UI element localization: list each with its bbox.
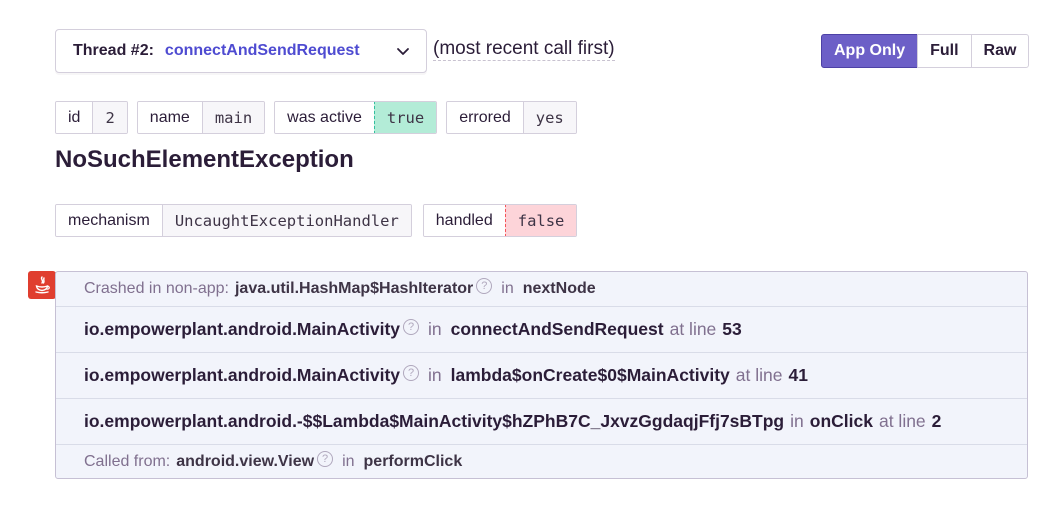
tag-handled[interactable]: handled false	[422, 204, 578, 237]
thread-selector[interactable]: Thread #2: connectAndSendRequest	[55, 29, 427, 73]
tag-was-active[interactable]: was active true	[274, 101, 438, 134]
tag-value: false	[504, 205, 577, 236]
thread-prefix: Thread #2:	[73, 42, 154, 59]
frame-line-label: at line	[669, 319, 717, 339]
tag-errored[interactable]: errored yes	[446, 101, 577, 134]
thread-name: connectAndSendRequest	[164, 42, 360, 59]
frame-in: in	[790, 411, 804, 431]
order-note[interactable]: (most recent call first)	[433, 38, 615, 61]
frame-function: lambda$onCreate$0$MainActivity	[450, 365, 730, 385]
tag-name[interactable]: name main	[136, 101, 266, 134]
frame-line-number: 41	[788, 365, 808, 385]
java-icon	[28, 271, 56, 299]
tag-key: errored	[447, 102, 524, 133]
tag-id[interactable]: id 2	[55, 101, 128, 134]
frame-function: onClick	[809, 411, 873, 431]
stack-frames: Crashed in non-app: java.util.HashMap$Ha…	[55, 271, 1028, 479]
frame-line-label: at line	[735, 365, 783, 385]
frame-line-number: 2	[931, 411, 942, 431]
tag-key: mechanism	[56, 205, 163, 236]
frame-module: io.empowerplant.android.MainActivity	[84, 365, 401, 385]
tag-key: handled	[423, 205, 505, 236]
frame-module: java.util.HashMap$HashIterator	[234, 280, 474, 297]
tag-key: id	[56, 102, 94, 133]
frame-function: connectAndSendRequest	[450, 319, 664, 339]
thread-tags: id 2 name main was active true errored y…	[55, 101, 577, 134]
frame-row[interactable]: io.empowerplant.android.MainActivity ? i…	[56, 353, 1027, 399]
frame-module: io.empowerplant.android.MainActivity	[84, 319, 401, 339]
called-from-frame[interactable]: Called from: android.view.View ? in perf…	[56, 445, 1027, 479]
tag-mechanism[interactable]: mechanism UncaughtExceptionHandler	[55, 204, 412, 237]
frame-in: in	[428, 319, 442, 339]
view-mode-group: App Only Full Raw	[821, 34, 1030, 68]
tag-value: UncaughtExceptionHandler	[162, 205, 411, 236]
question-circle-icon[interactable]: ?	[403, 318, 420, 335]
frame-in: in	[342, 453, 355, 470]
full-button[interactable]: Full	[917, 34, 972, 68]
raw-button[interactable]: Raw	[970, 34, 1030, 68]
frame-row[interactable]: io.empowerplant.android.MainActivity ? i…	[56, 307, 1027, 353]
mechanism-tags: mechanism UncaughtExceptionHandler handl…	[55, 204, 578, 237]
frame-function: performClick	[363, 453, 463, 470]
app-only-button[interactable]: App Only	[821, 34, 919, 68]
frame-line-label: at line	[878, 411, 926, 431]
chevron-down-icon	[397, 48, 409, 55]
tag-value: main	[202, 102, 265, 133]
frame-row[interactable]: io.empowerplant.android.-$$Lambda$MainAc…	[56, 399, 1027, 445]
frame-label: Crashed in non-app:	[84, 280, 229, 297]
frame-label: Called from:	[84, 453, 171, 470]
tag-key: name	[137, 102, 203, 133]
question-circle-icon[interactable]: ?	[476, 278, 493, 294]
crashed-frame[interactable]: Crashed in non-app: java.util.HashMap$Ha…	[56, 272, 1027, 307]
tag-value: 2	[93, 102, 127, 133]
tag-key: was active	[275, 102, 374, 133]
question-circle-icon[interactable]: ?	[403, 364, 420, 381]
tag-value: true	[373, 102, 437, 133]
exception-type: NoSuchElementException	[55, 146, 354, 173]
frame-in: in	[501, 280, 514, 297]
frame-module: android.view.View	[176, 453, 315, 470]
frame-in: in	[428, 365, 442, 385]
frame-line-number: 53	[722, 319, 742, 339]
frame-function: nextNode	[522, 280, 596, 297]
frame-module: io.empowerplant.android.-$$Lambda$MainAc…	[84, 411, 785, 431]
tag-value: yes	[523, 102, 576, 133]
question-circle-icon[interactable]: ?	[317, 451, 334, 467]
